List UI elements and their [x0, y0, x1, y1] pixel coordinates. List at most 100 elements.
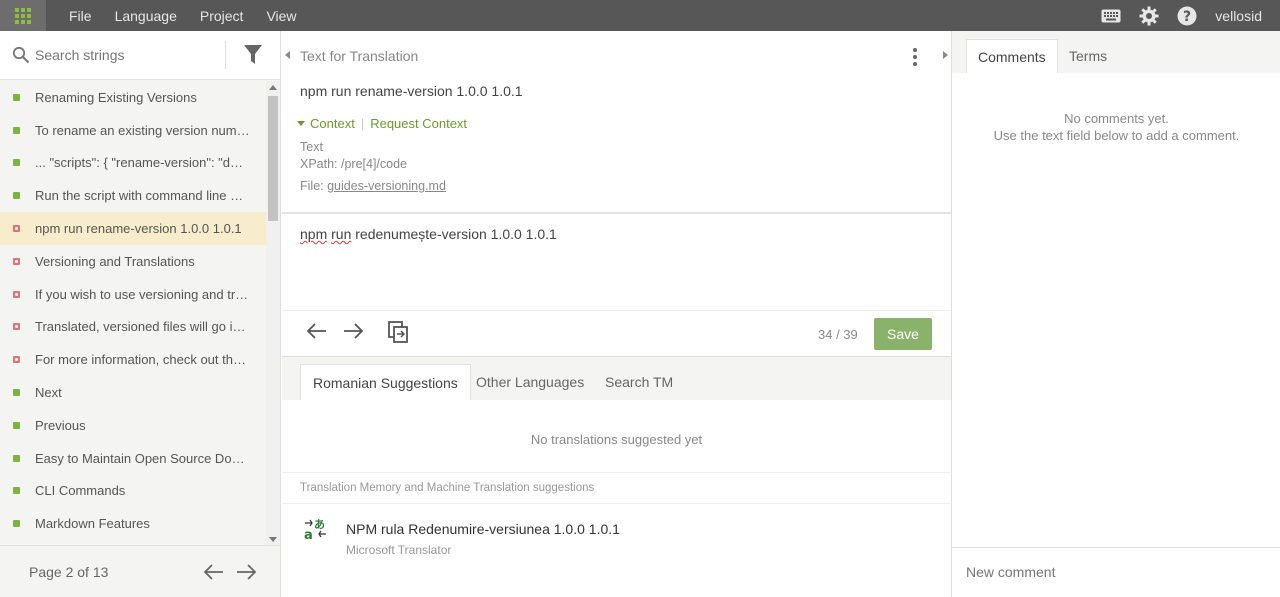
menu-project[interactable]: Project	[200, 8, 244, 24]
untranslated-status-icon	[13, 257, 20, 265]
editor-panel: Text for Translation npm run rename-vers…	[282, 31, 951, 597]
svg-text:?: ?	[1183, 9, 1191, 25]
no-comments-text: No comments yet. Use the text field belo…	[952, 110, 1280, 144]
string-list-item[interactable]: Renaming Existing Versions	[0, 81, 266, 114]
string-list-item[interactable]: Next	[0, 376, 266, 409]
prev-page-icon[interactable]	[204, 564, 224, 580]
arrow-left-icon[interactable]	[307, 323, 327, 339]
menu-view[interactable]: View	[266, 8, 296, 24]
help-icon[interactable]: ?	[1177, 6, 1197, 26]
untranslated-status-icon	[13, 290, 20, 298]
string-list-item[interactable]: For more information, check out the ...	[0, 343, 266, 376]
keyboard-icon[interactable]	[1101, 9, 1121, 23]
no-suggestions-text: No translations suggested yet	[530, 432, 703, 447]
comment-box	[952, 547, 1280, 597]
translated-status-icon	[13, 520, 20, 528]
translated-status-icon	[13, 192, 20, 200]
misspelled-word: npm	[300, 226, 328, 242]
request-context-link[interactable]: Request Context	[370, 116, 467, 131]
string-list-item-text: Run the script with command line ar...	[35, 188, 250, 204]
string-list-item[interactable]: CLI Commands	[0, 475, 266, 508]
strings-panel: Renaming Existing Versions To rename an e…	[0, 31, 281, 597]
misspelled-word: run	[331, 226, 352, 242]
page-label: Page 2 of 13	[29, 563, 109, 580]
tab-romanian-suggestions[interactable]: Romanian Suggestions	[300, 364, 471, 400]
divider	[282, 472, 951, 473]
menu-file[interactable]: File	[69, 8, 92, 24]
username[interactable]: vellosid	[1215, 8, 1262, 24]
file-prefix: File:	[300, 179, 328, 193]
untranslated-status-icon	[13, 225, 20, 233]
next-page-icon[interactable]	[236, 564, 256, 580]
string-list-item-text: Versioning and Translations	[35, 253, 195, 269]
mt-source: Microsoft Translator	[346, 543, 452, 557]
translated-status-icon	[13, 159, 20, 167]
translation-input[interactable]: npm run redenumește-version 1.0.0 1.0.1	[300, 226, 557, 242]
string-list-item-text: npm run rename-version 1.0.0 1.0.1	[35, 221, 242, 237]
collapse-left-icon[interactable]	[285, 51, 290, 59]
tab-comments[interactable]: Comments	[966, 39, 1058, 73]
string-list-item[interactable]: Translated, versioned files will go int.…	[0, 311, 266, 344]
filter-icon[interactable]	[244, 45, 262, 65]
file-link[interactable]: guides-versioning.md	[327, 179, 446, 193]
arrow-right-icon[interactable]	[343, 323, 363, 339]
search-icon	[12, 46, 30, 64]
string-list-item[interactable]: Easy to Maintain Open Source Docu...	[0, 442, 266, 475]
gear-icon[interactable]	[1139, 6, 1159, 26]
meta-file: File: guides-versioning.md	[300, 179, 446, 193]
string-list-item-text: Easy to Maintain Open Source Docu...	[35, 450, 250, 466]
svg-text:あ: あ	[314, 518, 325, 531]
menu-language[interactable]: Language	[115, 8, 177, 24]
string-list-item[interactable]: npm run rename-version 1.0.0 1.0.1	[0, 212, 266, 245]
string-list-item-text: ... "scripts": { "rename-version": "doc.…	[35, 155, 250, 171]
separator: |	[360, 116, 365, 131]
mt-suggestion[interactable]: NPM rula Redenumire-versiunea 1.0.0 1.0.…	[346, 521, 620, 537]
translated-status-icon	[13, 126, 20, 134]
string-list-item[interactable]: Markdown Features	[0, 507, 266, 540]
tm-section-title: Translation Memory and Machine Translati…	[300, 482, 595, 494]
translated-status-icon	[13, 389, 20, 397]
save-button[interactable]: Save	[874, 318, 932, 350]
string-list: Renaming Existing Versions To rename an e…	[0, 81, 266, 543]
comments-panel: Comments Terms No comments yet. Use the …	[951, 31, 1280, 597]
scrollbar[interactable]	[266, 81, 280, 546]
divider	[282, 503, 951, 504]
tab-terms[interactable]: Terms	[1058, 39, 1118, 73]
no-comments-line1: No comments yet.	[1064, 111, 1169, 126]
untranslated-status-icon	[13, 323, 20, 331]
triangle-down-icon	[297, 121, 305, 126]
string-list-item-text: CLI Commands	[35, 483, 126, 499]
string-list-item[interactable]: ... "scripts": { "rename-version": "doc.…	[0, 147, 266, 180]
scroll-up-icon[interactable]	[269, 85, 277, 90]
scroll-down-icon[interactable]	[269, 537, 277, 542]
top-bar: File Language Project View ? vellosid	[0, 0, 1280, 31]
tab-other-languages[interactable]: Other Languages	[464, 364, 596, 400]
string-list-item-text: Renaming Existing Versions	[35, 89, 197, 105]
search-input[interactable]	[35, 47, 215, 63]
string-list-item[interactable]: Previous	[0, 409, 266, 442]
apps-button[interactable]	[0, 0, 46, 31]
string-list-item[interactable]: To rename an existing version numb...	[0, 114, 266, 147]
context-row: Context | Request Context	[297, 116, 467, 131]
context-toggle[interactable]: Context	[297, 116, 355, 131]
more-options-icon[interactable]	[913, 48, 917, 66]
string-list-item[interactable]: If you wish to use versioning and tra...	[0, 278, 266, 311]
copy-source-icon[interactable]	[388, 321, 408, 343]
translation-text: redenumește-version 1.0.0 1.0.1	[355, 226, 557, 242]
translated-status-icon	[13, 93, 20, 101]
string-list-item-text: If you wish to use versioning and tra...	[35, 286, 250, 302]
suggestion-tabs: Romanian Suggestions Other Languages Sea…	[282, 357, 951, 400]
translated-status-icon	[13, 421, 20, 429]
collapse-right-icon[interactable]	[943, 51, 948, 59]
apps-icon	[15, 7, 31, 24]
scroll-thumb[interactable]	[268, 96, 278, 221]
string-list-item[interactable]: Versioning and Translations	[0, 245, 266, 278]
source-header: Text for Translation	[300, 48, 419, 64]
tab-search-tm[interactable]: Search TM	[593, 364, 685, 400]
string-list-item-text: Previous	[35, 417, 86, 433]
string-list-item[interactable]: Run the script with command line ar...	[0, 179, 266, 212]
new-comment-input[interactable]	[966, 564, 1266, 580]
string-list-item-text: To rename an existing version numb...	[35, 122, 250, 138]
comments-tabs: Comments Terms	[952, 31, 1280, 73]
string-counter: 34 / 39	[818, 327, 858, 342]
